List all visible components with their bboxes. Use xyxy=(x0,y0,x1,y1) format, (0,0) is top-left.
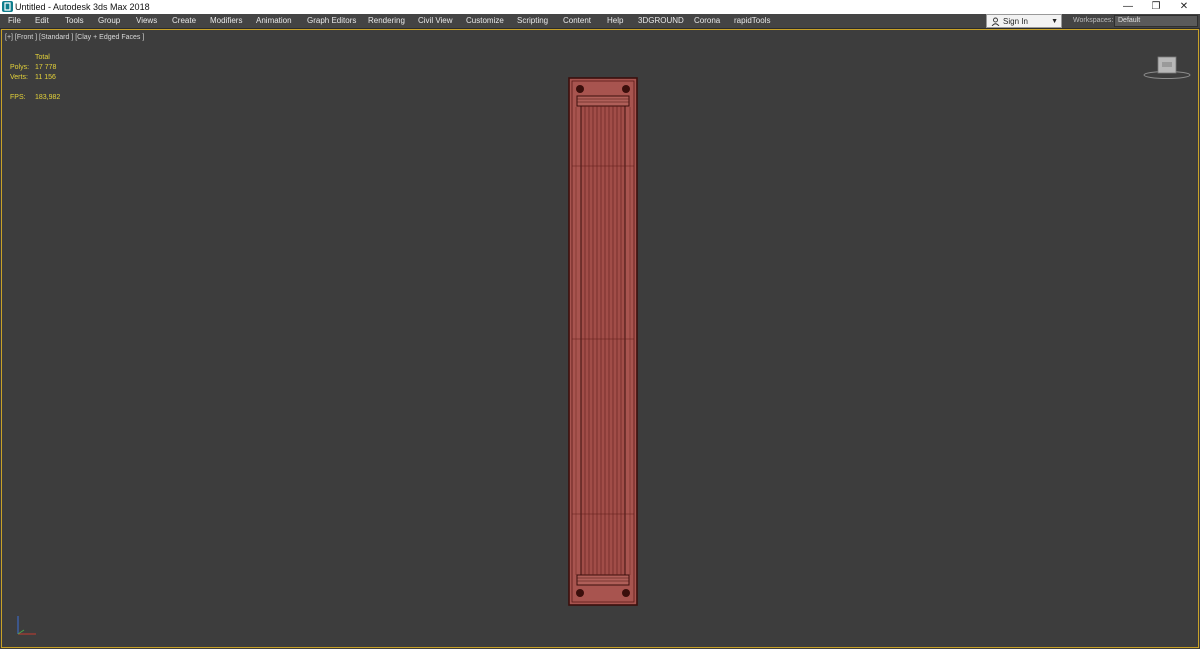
menu-scripting[interactable]: Scripting xyxy=(517,14,548,28)
close-button[interactable]: ✕ xyxy=(1170,0,1198,14)
front-viewport[interactable]: [+] [Front ] [Standard ] [Clay + Edged F… xyxy=(1,29,1199,648)
menu-corona[interactable]: Corona xyxy=(694,14,720,28)
menu-civil-view[interactable]: Civil View xyxy=(418,14,453,28)
stats-fps-value: 183,982 xyxy=(35,94,61,101)
workspaces-label: Workspaces: xyxy=(1073,17,1114,24)
column-panel-model[interactable] xyxy=(568,77,638,606)
menu-modifiers[interactable]: Modifiers xyxy=(210,14,242,28)
menu-animation[interactable]: Animation xyxy=(256,14,292,28)
sign-in-label: Sign In xyxy=(1003,17,1028,26)
menu-rendering[interactable]: Rendering xyxy=(368,14,405,28)
minimize-button[interactable]: — xyxy=(1114,0,1142,14)
stats-total-label: Total xyxy=(35,54,50,61)
stats-polys-label: Polys: xyxy=(10,64,30,71)
stats-verts-label: Verts: xyxy=(10,74,28,81)
menu-edit[interactable]: Edit xyxy=(35,14,49,28)
sign-in-button[interactable]: Sign In ▼ xyxy=(986,14,1062,28)
caret-down-icon: ▼ xyxy=(1051,18,1058,25)
maximize-button[interactable]: ❐ xyxy=(1142,0,1170,14)
title-bar: Untitled - Autodesk 3ds Max 2018 — ❐ ✕ xyxy=(0,0,1200,14)
menu-rapidtools[interactable]: rapidTools xyxy=(734,14,770,28)
menu-customize[interactable]: Customize xyxy=(466,14,504,28)
menu-file[interactable]: File xyxy=(8,14,21,28)
viewcube-icon[interactable] xyxy=(1142,54,1192,80)
workspaces-select[interactable]: Default xyxy=(1114,15,1198,27)
user-icon xyxy=(991,17,1000,26)
menu-create[interactable]: Create xyxy=(172,14,196,28)
viewport-label-menu[interactable]: [+] [Front ] [Standard ] [Clay + Edged F… xyxy=(5,34,144,41)
menu-graph-editors[interactable]: Graph Editors xyxy=(307,14,356,28)
3dsmax-app-icon xyxy=(2,1,13,12)
stats-polys-value: 17 778 xyxy=(35,64,57,71)
menu-group[interactable]: Group xyxy=(98,14,120,28)
menu-help[interactable]: Help xyxy=(607,14,623,28)
menu-3dground[interactable]: 3DGROUND xyxy=(638,14,684,28)
axis-tripod-icon xyxy=(17,616,36,635)
menu-content[interactable]: Content xyxy=(563,14,591,28)
stats-fps-label: FPS: xyxy=(10,94,26,101)
window-title: Untitled - Autodesk 3ds Max 2018 xyxy=(15,2,150,12)
menu-tools[interactable]: Tools xyxy=(65,14,84,28)
stats-verts-value: 11 156 xyxy=(35,74,56,81)
menu-views[interactable]: Views xyxy=(136,14,157,28)
